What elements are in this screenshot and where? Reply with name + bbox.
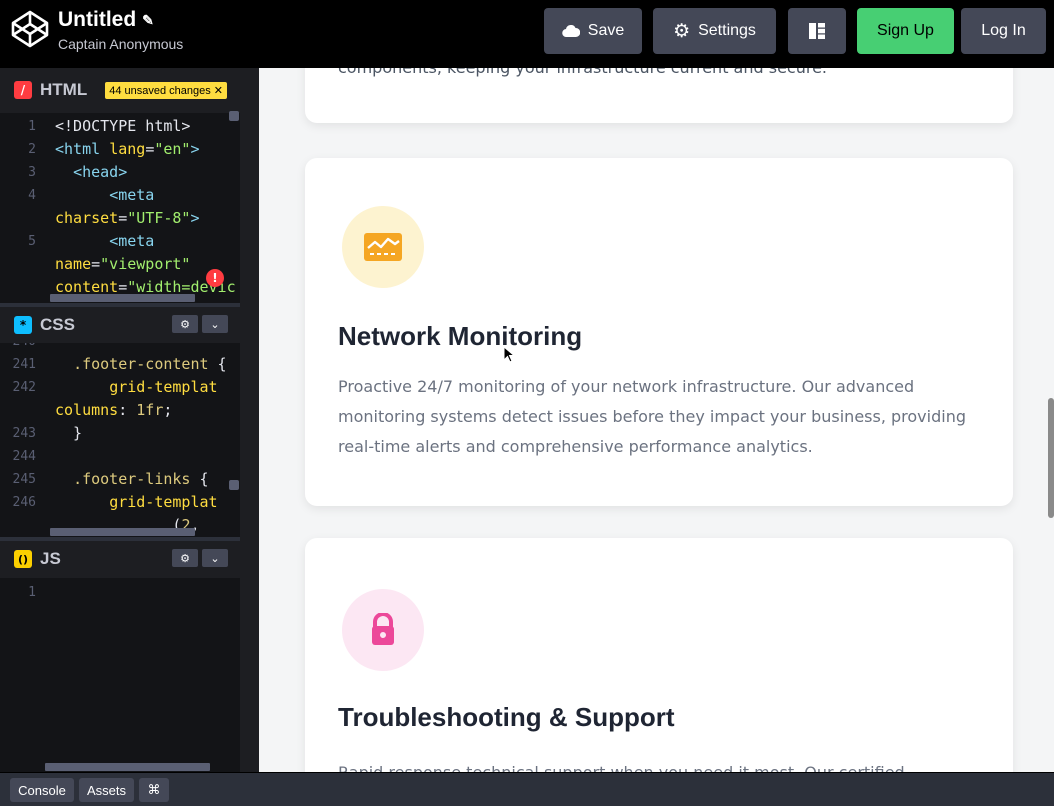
line-number: 245 <box>12 472 36 487</box>
line-number: 246 <box>12 495 36 510</box>
card-description: Rapid response technical support when yo… <box>338 758 968 772</box>
log-in-button[interactable]: Log In <box>961 8 1046 54</box>
card-title: Troubleshooting & Support <box>338 702 675 732</box>
pen-title-block: Untitled ✎ Captain Anonymous <box>58 8 183 52</box>
service-card-network-monitoring: Network Monitoring Proactive 24/7 monito… <box>305 158 1013 506</box>
pen-title[interactable]: Untitled <box>58 8 136 32</box>
css-vertical-scrollbar[interactable] <box>229 480 239 490</box>
code-line[interactable]: } <box>55 422 82 445</box>
code-line[interactable]: <head> <box>55 161 127 184</box>
css-options-chevron-down-icon[interactable]: ⌄ <box>202 315 228 333</box>
monitoring-chart-icon <box>342 206 424 288</box>
code-line[interactable]: columns: 1fr; <box>55 399 172 422</box>
error-icon[interactable]: ! <box>206 269 224 287</box>
console-button[interactable]: Console <box>10 778 74 802</box>
editor-panel: / HTML 44 unsaved changes ✕ 1 <!DOCTYPE h… <box>0 68 259 772</box>
service-card-troubleshooting: Troubleshooting & Support Rapid response… <box>305 538 1013 772</box>
js-settings-gear-icon[interactable]: ⚙ <box>172 549 198 567</box>
js-pane-title: JS <box>40 549 61 568</box>
js-lang-icon: () <box>14 550 32 568</box>
settings-button[interactable]: ⚙ Settings <box>653 8 776 54</box>
code-line[interactable]: grid-templat <box>55 491 217 514</box>
js-pane-header[interactable]: () JS ⚙ ⌄ <box>0 541 240 577</box>
line-number: 4 <box>28 188 36 203</box>
line-number: 243 <box>12 426 36 441</box>
js-options-chevron-down-icon[interactable]: ⌄ <box>202 549 228 567</box>
line-number: 3 <box>28 165 36 180</box>
html-editor-scrollbar[interactable] <box>50 294 195 302</box>
css-pane-header[interactable]: * CSS ⚙ ⌄ <box>0 307 240 343</box>
gear-icon: ⚙ <box>673 20 691 42</box>
layout-icon <box>809 23 825 39</box>
code-line[interactable]: .footer-content { <box>55 353 227 376</box>
html-pane-header[interactable]: / HTML 44 unsaved changes ✕ <box>0 72 240 108</box>
code-line[interactable]: <meta <box>55 230 154 253</box>
card-title: Network Monitoring <box>338 321 583 351</box>
preview-pane[interactable]: components, keeping your infrastructure … <box>259 68 1054 772</box>
js-code-editor[interactable]: 1 <box>0 578 240 772</box>
css-settings-gear-icon[interactable]: ⚙ <box>172 315 198 333</box>
keyboard-shortcuts-button[interactable]: ⌘ <box>139 778 169 802</box>
card-description: Proactive 24/7 monitoring of your networ… <box>338 377 966 456</box>
code-line[interactable]: grid-templat <box>55 376 217 399</box>
line-number: 2 <box>28 142 36 157</box>
cloud-icon <box>562 25 580 37</box>
code-line[interactable]: <meta <box>55 184 154 207</box>
pen-author[interactable]: Captain Anonymous <box>58 36 183 52</box>
mouse-pointer-icon <box>503 346 515 363</box>
css-code-editor[interactable]: 240 241 .footer-content { 242 grid-templat… <box>0 343 240 537</box>
html-code-editor[interactable]: 1 <!DOCTYPE html> 2 <html lang="en"> 3 <head… <box>0 113 240 303</box>
lock-icon <box>342 589 424 671</box>
save-button[interactable]: Save <box>544 8 642 54</box>
line-number: 1 <box>28 585 36 600</box>
settings-button-label: Settings <box>698 22 756 39</box>
css-editor-scrollbar[interactable] <box>50 528 195 536</box>
card-description: components, keeping your infrastructure … <box>338 68 827 77</box>
unsaved-changes-badge[interactable]: 44 unsaved changes ✕ <box>105 81 228 99</box>
html-lang-icon: / <box>14 81 32 99</box>
js-editor-scrollbar[interactable] <box>45 763 210 771</box>
service-card: components, keeping your infrastructure … <box>305 68 1013 123</box>
edit-pencil-icon[interactable]: ✎ <box>142 12 154 29</box>
code-line[interactable]: name="viewport" <box>55 253 190 276</box>
line-number: 242 <box>12 380 36 395</box>
line-number: 240 <box>0 343 36 353</box>
code-line[interactable]: .footer-links { <box>55 468 208 491</box>
code-line[interactable]: <!DOCTYPE html> <box>55 115 190 138</box>
line-number: 5 <box>28 234 36 249</box>
line-number: 241 <box>12 357 36 372</box>
bottom-bar: Console Assets ⌘ <box>0 772 1054 806</box>
line-number: 1 <box>28 119 36 134</box>
assets-button[interactable]: Assets <box>79 778 134 802</box>
header-bar: Untitled ✎ Captain Anonymous Save ⚙ Sett… <box>0 0 1054 68</box>
code-line[interactable]: <html lang="en"> <box>55 138 200 161</box>
html-pane-title: HTML <box>40 80 88 99</box>
code-line[interactable]: charset="UTF-8"> <box>55 207 200 230</box>
preview-scrollbar[interactable] <box>1048 398 1054 518</box>
css-lang-icon: * <box>14 316 32 334</box>
save-button-label: Save <box>587 22 625 39</box>
change-view-button[interactable] <box>788 8 846 54</box>
css-pane-title: CSS <box>40 315 75 334</box>
codepen-logo-icon[interactable] <box>10 9 50 49</box>
sign-up-button[interactable]: Sign Up <box>857 8 954 54</box>
line-number: 244 <box>12 449 36 464</box>
html-vertical-scrollbar[interactable] <box>229 111 239 121</box>
